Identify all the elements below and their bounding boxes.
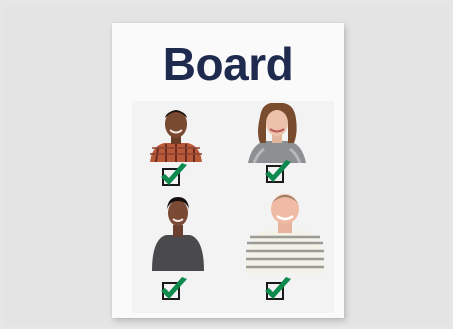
person-1-photo bbox=[146, 106, 206, 162]
board-poster: Board bbox=[112, 23, 344, 318]
poster-title: Board bbox=[162, 38, 294, 90]
check-icon bbox=[161, 277, 187, 300]
person-2-photo bbox=[244, 103, 310, 163]
check-icon bbox=[265, 160, 291, 183]
check-icon bbox=[161, 163, 187, 186]
check-icon bbox=[265, 277, 291, 300]
person-3-photo bbox=[148, 195, 208, 271]
person-4-photo bbox=[244, 191, 326, 273]
